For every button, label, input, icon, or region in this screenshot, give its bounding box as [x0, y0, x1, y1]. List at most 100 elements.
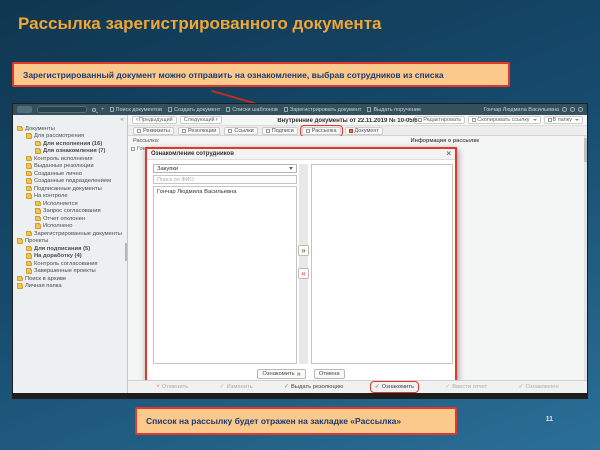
toolbar-button[interactable]: Ознакомить: [372, 383, 417, 391]
document-tab[interactable]: Резолюции: [178, 127, 220, 135]
employee-list: Гончар Людмила Васильевна: [153, 186, 297, 364]
sidebar-item-label: Подписанные документы: [34, 186, 102, 192]
department-select[interactable]: Закупки: [153, 164, 297, 173]
document-tab[interactable]: Реквизиты: [133, 127, 174, 135]
sidebar-item[interactable]: Документы: [13, 125, 127, 133]
sidebar-item[interactable]: Выданные резолюции: [13, 163, 127, 171]
folder-icon: [26, 164, 32, 169]
sidebar-item[interactable]: Для подписания (5): [13, 245, 127, 253]
prev-document-button[interactable]: Предыдущий: [132, 116, 177, 124]
sidebar-item[interactable]: Зарегистрированные документы: [13, 230, 127, 238]
global-search-input[interactable]: [37, 106, 87, 113]
tab-icon: [228, 129, 232, 133]
sidebar-item[interactable]: Контроль согласования: [13, 260, 127, 268]
sidebar-item[interactable]: Созданные лично: [13, 170, 127, 178]
check-icon: [445, 384, 450, 390]
sidebar-item-label: Исполняется: [43, 201, 78, 207]
sidebar-item-label: Для рассмотрения: [34, 133, 84, 139]
sidebar-item[interactable]: Завершенные проекты: [13, 268, 127, 276]
employee-search-input[interactable]: [153, 175, 297, 184]
topbar-menu-item[interactable]: Списки шаблонов: [226, 107, 278, 113]
sidebar-item[interactable]: Для рассмотрения: [13, 133, 127, 141]
document-tab[interactable]: Ссылки: [224, 127, 257, 135]
navbar-action-button[interactable]: Скопировать ссылку: [468, 116, 540, 124]
sidebar-item-label: Контроль согласования: [34, 261, 98, 267]
sidebar-item-label: Завершенные проекты: [34, 268, 96, 274]
sidebar-item[interactable]: Для ознакомления (7): [13, 148, 127, 156]
transfer-right-icon[interactable]: [298, 245, 309, 256]
navbar-action-button[interactable]: В папку: [544, 116, 583, 124]
sidebar-item[interactable]: Запрос согласования: [13, 208, 127, 216]
logout-icon[interactable]: [578, 107, 583, 112]
folder-icon: [26, 262, 32, 267]
folder-icon: [35, 202, 41, 207]
employee-list-item[interactable]: Гончар Людмила Васильевна: [154, 187, 296, 197]
toolbar-button[interactable]: Ознакомлен: [515, 383, 561, 391]
folder-icon: [17, 127, 23, 132]
sidebar-item-label: На доработку (4): [34, 253, 82, 259]
sidebar-item[interactable]: Проекты: [13, 238, 127, 246]
document-icon: [284, 107, 288, 112]
folder-icon: [17, 284, 23, 289]
content-scrollbar[interactable]: [584, 136, 587, 380]
sidebar-item[interactable]: Подписанные документы: [13, 185, 127, 193]
cancel-button[interactable]: Отмена: [314, 369, 345, 379]
topbar-menu-item[interactable]: Зарегистрировать документ: [284, 107, 362, 113]
checkbox-icon[interactable]: [131, 147, 135, 151]
sidebar-item[interactable]: На контроле: [13, 193, 127, 201]
user-area: Гончар Людмила Васильевна: [484, 107, 583, 113]
acquaintance-dialog: Ознакомление сотрудников Закупки Гончар …: [145, 147, 457, 384]
sidebar-item[interactable]: Отчет отклонен: [13, 215, 127, 223]
folder-icon: [26, 194, 32, 199]
document-tab[interactable]: Рассылка: [302, 127, 341, 135]
document-icon: [367, 107, 371, 112]
slide-title: Рассылка зарегистрированного документа: [18, 14, 381, 34]
sidebar-item-label: Исполнено: [43, 223, 73, 229]
app-logo: [17, 106, 32, 113]
transfer-strip: [299, 164, 308, 364]
topbar-menu: Поиск документов Создать документ Списки…: [110, 107, 422, 113]
user-name[interactable]: Гончар Людмила Васильевна: [484, 107, 559, 113]
transfer-left-icon[interactable]: [298, 268, 309, 279]
action-icon: [548, 118, 552, 122]
folder-icon: [17, 277, 23, 282]
left-pane-header: Рассылка:: [133, 138, 159, 144]
callout-bottom-text: Список на рассылку будет отражен на закл…: [146, 416, 401, 426]
topbar-menu-item[interactable]: Поиск документов: [110, 107, 163, 113]
topbar-menu-item[interactable]: Выдать поручение: [367, 107, 421, 113]
sidebar-item[interactable]: Исполнено: [13, 223, 127, 231]
document-icon: [110, 107, 114, 112]
acquaint-submit-button[interactable]: Ознакомить: [257, 369, 306, 379]
sidebar-item[interactable]: На доработку (4): [13, 253, 127, 261]
folder-icon: [35, 209, 41, 214]
callout-bottom: Список на рассылку будет отражен на закл…: [135, 407, 457, 435]
sidebar-item[interactable]: Исполняется: [13, 200, 127, 208]
close-icon[interactable]: [446, 150, 451, 158]
scrollbar-thumb[interactable]: [584, 138, 587, 162]
collapse-sidebar-icon[interactable]: [120, 116, 124, 123]
sidebar-item[interactable]: Личная папка: [13, 283, 127, 291]
folder-icon: [26, 157, 32, 162]
document-tab[interactable]: Подписи: [262, 127, 298, 135]
toolbar-button[interactable]: Ввести отчет: [442, 383, 490, 391]
toolbar-button[interactable]: Выдать резолюцию: [281, 383, 346, 391]
search-icon[interactable]: [92, 108, 96, 112]
document-tab[interactable]: Документ: [345, 127, 383, 135]
sidebar-item-label: Запрос согласования: [43, 208, 101, 214]
sidebar-item[interactable]: Созданные подразделением: [13, 178, 127, 186]
folder-icon: [26, 254, 32, 259]
plus-icon[interactable]: +: [101, 107, 105, 113]
toolbar-button[interactable]: Изменить: [216, 383, 255, 391]
toolbar-button[interactable]: Отменить: [153, 383, 191, 391]
help-icon[interactable]: [570, 107, 575, 112]
sidebar-item[interactable]: Поиск в архиве: [13, 275, 127, 283]
tab-icon: [182, 129, 186, 133]
sidebar-item[interactable]: Для исполнения (16): [13, 140, 127, 148]
gear-icon[interactable]: [562, 107, 567, 112]
topbar-menu-item[interactable]: Создать документ: [168, 107, 220, 113]
chevron-left-icon: [136, 117, 138, 123]
next-document-button[interactable]: Следующий: [180, 116, 222, 124]
sidebar-scrollbar[interactable]: [125, 243, 127, 261]
sidebar-item[interactable]: Контроль исполнения: [13, 155, 127, 163]
dialog-header: Ознакомление сотрудников: [147, 149, 455, 160]
